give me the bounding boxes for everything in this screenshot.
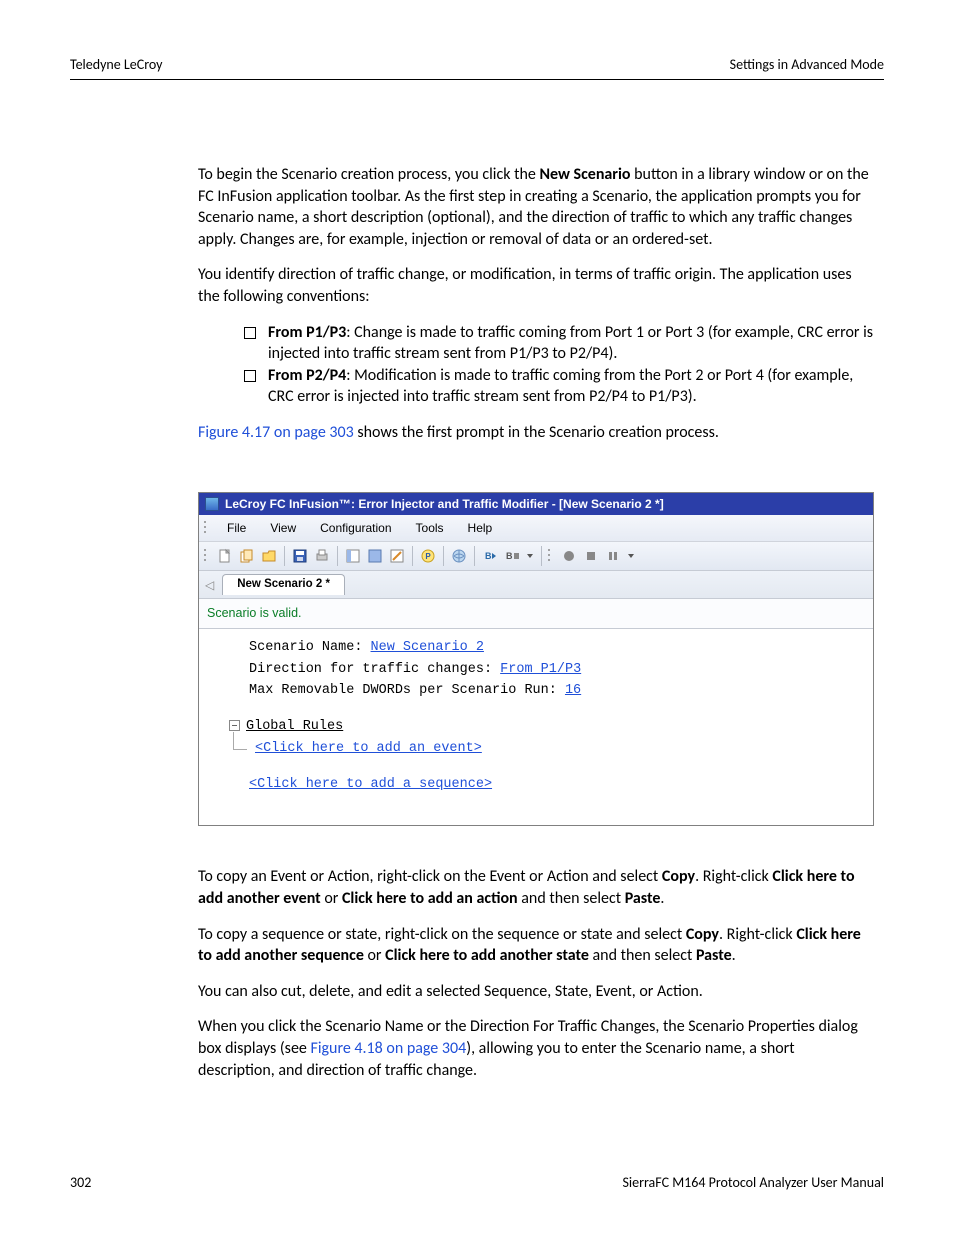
toolbar-separator: [412, 546, 413, 566]
header-right: Settings in Advanced Mode: [730, 56, 884, 73]
svg-text:B: B: [506, 551, 513, 561]
paragraph-7: When you click the Scenario Name or the …: [198, 1016, 874, 1081]
paragraph-6: You can also cut, delete, and edit a sel…: [198, 981, 874, 1003]
tab-new-scenario-2[interactable]: New Scenario 2 *: [222, 574, 345, 596]
page-footer: 302 SierraFC M164 Protocol Analyzer User…: [70, 1174, 884, 1191]
app-icon: [205, 497, 219, 511]
paragraph-2: You identify direction of traffic change…: [198, 264, 874, 307]
menu-configuration[interactable]: Configuration: [310, 518, 401, 538]
add-event-link[interactable]: <Click here to add an event>: [247, 741, 482, 756]
scenario-name-value[interactable]: New Scenario 2: [371, 640, 484, 655]
panel-edit-icon[interactable]: [387, 546, 407, 566]
copy-icon[interactable]: [237, 546, 257, 566]
menu-help[interactable]: Help: [458, 518, 503, 538]
app-window: LeCroy FC InFusion™: Error Injector and …: [198, 492, 874, 827]
max-dwords-label: Max Removable DWORDs per Scenario Run:: [249, 683, 565, 698]
open-icon[interactable]: [259, 546, 279, 566]
page-number: 302: [70, 1174, 91, 1191]
menubar-grip-icon: [203, 519, 209, 537]
page-header: Teledyne LeCroy Settings in Advanced Mod…: [70, 56, 884, 80]
menubar: File View Configuration Tools Help: [199, 515, 873, 542]
tree-branch-icon: [229, 738, 247, 758]
paragraph-5: To copy a sequence or state, right-click…: [198, 924, 874, 967]
menu-tools[interactable]: Tools: [406, 518, 454, 538]
toolbar-grip-icon: [203, 547, 209, 565]
toolbar-separator: [337, 546, 338, 566]
tree-collapse-icon[interactable]: [229, 720, 240, 731]
save-icon[interactable]: [290, 546, 310, 566]
max-dwords-value[interactable]: 16: [565, 683, 581, 698]
globe-icon[interactable]: [449, 546, 469, 566]
print-icon[interactable]: [312, 546, 332, 566]
figure-4-18-link[interactable]: Figure 4.18 on page 304: [310, 1039, 466, 1058]
status-message: Scenario is valid.: [199, 599, 873, 629]
global-rules-node[interactable]: Global Rules: [246, 719, 343, 734]
stop-icon[interactable]: [581, 546, 601, 566]
dropdown-icon[interactable]: [625, 546, 637, 566]
paragraph-1: To begin the Scenario creation process, …: [198, 164, 874, 250]
figure-4-17-link[interactable]: Figure 4.17 on page 303: [198, 423, 354, 442]
stop-small-icon[interactable]: B: [502, 546, 522, 566]
scenario-editor: Scenario Name: New Scenario 2 Direction …: [199, 629, 873, 825]
manual-title: SierraFC M164 Protocol Analyzer User Man…: [622, 1174, 884, 1191]
tab-row: ◁ New Scenario 2 *: [199, 571, 873, 600]
circle-p-icon[interactable]: P: [418, 546, 438, 566]
toolbar-separator: [474, 546, 475, 566]
toolbar-grip-icon: [547, 547, 553, 565]
tab-arrow-left-icon[interactable]: ◁: [205, 577, 214, 593]
toolbar-separator: [443, 546, 444, 566]
record-icon[interactable]: [559, 546, 579, 566]
pause-icon[interactable]: [603, 546, 623, 566]
panel-left-icon[interactable]: [343, 546, 363, 566]
toolbar: P B B: [199, 542, 873, 571]
panel-full-icon[interactable]: [365, 546, 385, 566]
toolbar-separator: [284, 546, 285, 566]
new-file-icon[interactable]: [215, 546, 235, 566]
scenario-name-label: Scenario Name:: [249, 640, 371, 655]
window-title: LeCroy FC InFusion™: Error Injector and …: [225, 496, 664, 512]
svg-text:B: B: [485, 551, 492, 561]
forward-small-icon[interactable]: B: [480, 546, 500, 566]
body-content: To begin the Scenario creation process, …: [198, 164, 874, 1081]
toolbar-separator: [541, 546, 542, 566]
dropdown-icon[interactable]: [524, 546, 536, 566]
svg-text:P: P: [425, 552, 431, 561]
header-left: Teledyne LeCroy: [70, 56, 163, 73]
menu-file[interactable]: File: [217, 518, 256, 538]
paragraph-4: To copy an Event or Action, right-click …: [198, 866, 874, 909]
menu-view[interactable]: View: [260, 518, 306, 538]
bullet-from-p2p4: From P2/P4: Modification is made to traf…: [244, 365, 874, 408]
window-titlebar: LeCroy FC InFusion™: Error Injector and …: [199, 493, 873, 515]
direction-value[interactable]: From P1/P3: [500, 662, 581, 677]
paragraph-3: Figure 4.17 on page 303 shows the first …: [198, 422, 874, 444]
add-sequence-link[interactable]: <Click here to add a sequence>: [249, 777, 492, 792]
bullet-from-p1p3: From P1/P3: Change is made to traffic co…: [244, 322, 874, 365]
new-scenario-term: New Scenario: [539, 165, 630, 184]
direction-label: Direction for traffic changes:: [249, 662, 500, 677]
bullet-list: From P1/P3: Change is made to traffic co…: [244, 322, 874, 408]
